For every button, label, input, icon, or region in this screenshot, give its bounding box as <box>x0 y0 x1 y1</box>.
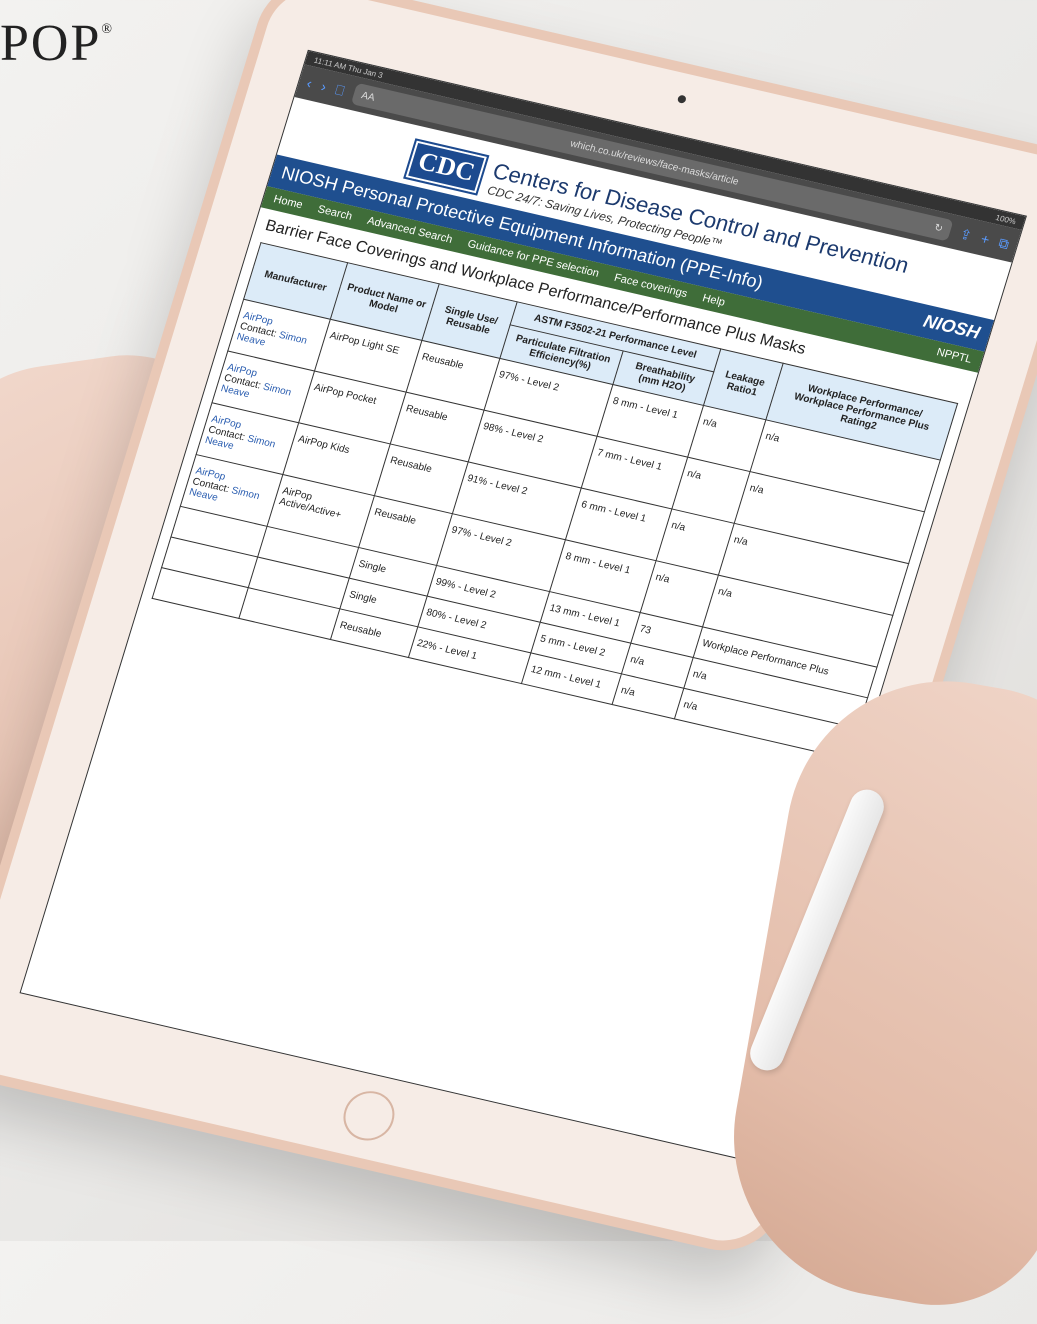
reload-icon[interactable]: ↻ <box>933 222 944 234</box>
new-tab-icon[interactable]: + <box>979 230 992 248</box>
menu-home[interactable]: Home <box>272 193 304 211</box>
brand-logo: POP® <box>0 15 115 72</box>
share-icon[interactable]: ⇪ <box>958 225 974 244</box>
menu-help[interactable]: Help <box>701 292 727 309</box>
bookmarks-icon[interactable]: ⎕ <box>333 81 347 99</box>
home-button[interactable] <box>337 1086 401 1146</box>
cdc-logo[interactable]: CDC <box>403 137 490 197</box>
camera <box>676 94 687 104</box>
tabs-icon[interactable]: ⧉ <box>997 234 1011 253</box>
forward-icon[interactable]: › <box>319 78 328 94</box>
menu-npptl[interactable]: NPPTL <box>935 346 973 365</box>
back-icon[interactable]: ‹ <box>305 75 314 91</box>
menu-search[interactable]: Search <box>316 203 353 222</box>
